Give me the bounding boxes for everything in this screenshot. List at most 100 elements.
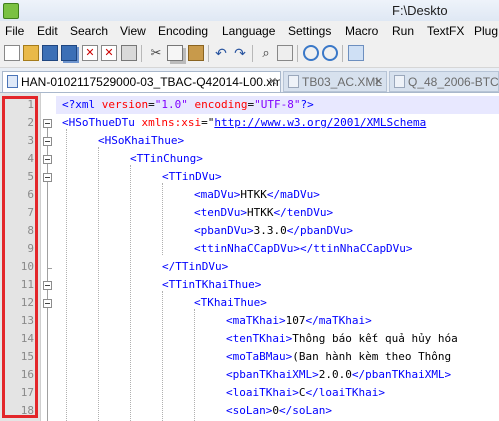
zoom-in-icon[interactable] <box>303 45 319 61</box>
toolbar-separator <box>208 45 209 62</box>
code-line-6: <maDVu>HTKK</maDVu> <box>194 188 320 201</box>
indent-guide <box>98 147 99 421</box>
fold-toggle-icon[interactable] <box>43 299 52 308</box>
tag-text: 0 <box>272 404 279 417</box>
menu-settings[interactable]: Settings <box>288 24 331 38</box>
schema-url-link[interactable]: http://www.w3.org/2001/XMLSchema <box>214 116 426 129</box>
tab-tb03-ac[interactable]: TB03_AC.XML ✕ <box>283 71 387 92</box>
code-editor[interactable]: 1 2 3 4 5 6 7 8 9 10 11 12 13 14 15 16 1… <box>0 93 499 421</box>
xml-declaration-open: <?xml <box>62 98 102 111</box>
open-file-icon[interactable] <box>23 45 39 61</box>
code-line-16: <pbanTKhaiXML>2.0.0</pbanTKhaiXML> <box>226 368 451 381</box>
xml-file-icon <box>7 75 18 88</box>
fold-toggle-icon[interactable] <box>43 155 52 164</box>
title-bar: F:\Deskto <box>0 0 499 21</box>
code-line-11: <TTinTKhaiThue> <box>162 278 262 291</box>
indent-guide <box>130 165 131 421</box>
tab-close-icon[interactable]: ✕ <box>268 75 277 88</box>
xml-file-icon <box>288 75 299 88</box>
indent-guide <box>66 129 67 421</box>
replace-icon[interactable] <box>277 45 293 61</box>
paste-icon[interactable] <box>188 45 204 61</box>
print-icon[interactable] <box>121 45 137 61</box>
code-line-12: <TKhaiThue> <box>194 296 267 309</box>
menu-edit[interactable]: Edit <box>37 24 58 38</box>
menu-macro[interactable]: Macro <box>345 24 378 38</box>
fold-toggle-icon[interactable] <box>43 173 52 182</box>
tag-open: <soLan> <box>226 404 273 417</box>
menu-encoding[interactable]: Encoding <box>158 24 208 38</box>
menu-file[interactable]: File <box>5 24 24 38</box>
value-encoding: "UTF-8" <box>254 98 301 111</box>
xml-file-icon <box>394 75 405 88</box>
menu-textfx[interactable]: TextFX <box>427 24 464 38</box>
tag-close: </pbanDVu> <box>286 224 353 237</box>
tag-text: HTKK <box>246 206 274 219</box>
tag-close: </ttinNhaCCapDVu> <box>299 242 413 255</box>
toolbar-separator <box>252 45 253 62</box>
code-line-7: <tenDVu>HTKK</tenDVu> <box>194 206 333 219</box>
indent-guide <box>194 309 195 421</box>
tab-han-xml[interactable]: HAN-0102117529000-03_TBAC-Q42014-L00.xml… <box>2 71 281 92</box>
code-line-2: <HSoThueDTu xmlns:xsi="http://www.w3.org… <box>62 116 426 129</box>
tag-open: <pbanDVu> <box>194 224 254 237</box>
fold-toggle-icon[interactable] <box>43 119 52 128</box>
tab-label: HAN-0102117529000-03_TBAC-Q42014-L00.xml <box>21 75 281 89</box>
xml-declaration-close: ?> <box>300 98 314 111</box>
tag-text: 2.0.0 <box>318 368 352 381</box>
tag-open: <tenTKhai> <box>226 332 293 345</box>
undo-icon[interactable]: ↶ <box>213 45 229 61</box>
code-line-15: <moTaBMau>(Ban hành kèm theo Thông <box>226 350 451 363</box>
cut-icon[interactable]: ✂ <box>148 45 164 61</box>
sync-scroll-icon[interactable] <box>348 45 364 61</box>
code-line-3: <HSoKhaiThue> <box>98 134 185 147</box>
code-line-5: <TTinDVu> <box>162 170 222 183</box>
redo-icon[interactable]: ↷ <box>232 45 248 61</box>
tag-open: <moTaBMau> <box>226 350 293 363</box>
document-tab-bar: HAN-0102117529000-03_TBAC-Q42014-L00.xml… <box>0 68 499 93</box>
find-icon[interactable]: ⌕ <box>258 45 274 61</box>
copy-icon[interactable] <box>167 45 183 61</box>
save-all-icon[interactable] <box>61 45 77 61</box>
tag-text: 3.3.0 <box>253 224 287 237</box>
code-line-8: <pbanDVu>3.3.0</pbanDVu> <box>194 224 353 237</box>
tab-q48-btc[interactable]: Q_48_2006-BTC (Plug <box>389 71 499 92</box>
close-icon[interactable]: ✕ <box>82 45 98 61</box>
red-highlight-box <box>2 96 38 418</box>
menu-plugins[interactable]: Plug <box>474 24 498 38</box>
tag-open: <maTKhai> <box>226 314 286 327</box>
equals: = <box>148 98 155 111</box>
new-file-icon[interactable] <box>4 45 20 61</box>
menu-language[interactable]: Language <box>222 24 275 38</box>
attr-encoding: encoding <box>187 98 248 111</box>
menu-run[interactable]: Run <box>392 24 414 38</box>
tag-open: <HSoThueDTu <box>62 116 142 129</box>
tag-close: </maDVu> <box>266 188 320 201</box>
save-icon[interactable] <box>42 45 58 61</box>
tab-label: TB03_AC.XML <box>302 75 383 89</box>
fold-end-marker <box>47 268 52 269</box>
tag-open: <pbanTKhaiXML> <box>226 368 319 381</box>
code-line-9: <ttinNhaCCapDVu></ttinNhaCCapDVu> <box>194 242 413 255</box>
notepad-plus-plus-icon <box>3 3 19 19</box>
window-title: F:\Deskto <box>392 3 448 18</box>
toolbar-separator <box>342 45 343 62</box>
tag-close: </maTKhai> <box>305 314 372 327</box>
fold-toggle-icon[interactable] <box>43 137 52 146</box>
close-all-icon[interactable]: ✕ <box>101 45 117 61</box>
tag-text: Thông báo kết quả hủy hóa <box>292 332 458 345</box>
tab-close-icon[interactable]: ✕ <box>374 75 383 88</box>
fold-line <box>47 127 48 421</box>
fold-toggle-icon[interactable] <box>43 281 52 290</box>
tag-text: HTKK <box>240 188 267 201</box>
tag-text: (Ban hành kèm theo Thông <box>292 350 452 363</box>
zoom-out-icon[interactable] <box>322 45 338 61</box>
toolbar: ✕ ✕ ✂ ↶ ↷ ⌕ <box>0 41 499 68</box>
toolbar-separator <box>141 45 142 62</box>
code-line-18: <soLan>0</soLan> <box>226 404 332 417</box>
menu-view[interactable]: View <box>120 24 146 38</box>
tag-close: </loaiTKhai> <box>305 386 385 399</box>
menu-search[interactable]: Search <box>70 24 108 38</box>
tag-close: </pbanTKhaiXML> <box>351 368 452 381</box>
indent-guide <box>162 183 163 255</box>
